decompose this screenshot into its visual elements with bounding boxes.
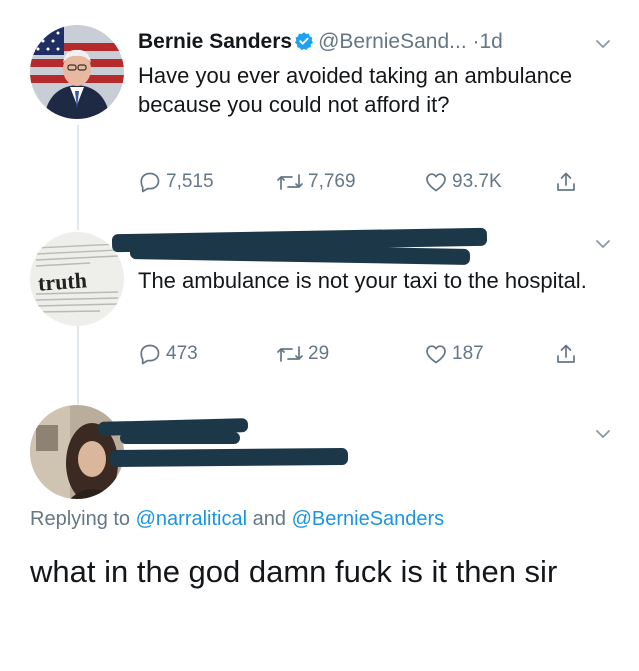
display-name[interactable]: Bernie Sanders [138,30,292,53]
mention-link[interactable]: @BernieSanders [292,508,445,530]
verified-badge-icon [294,31,314,59]
tweet-header: Bernie Sanders @BernieSand... ·1d [138,28,609,59]
redacted-username [120,432,240,444]
retweet-count: 7,769 [308,171,356,192]
share-button[interactable] [554,170,578,194]
like-icon [424,170,448,194]
replying-conjunction: and [252,508,287,530]
retweet-icon [276,342,304,366]
retweet-button[interactable]: 7,769 [276,170,424,194]
reply-icon [138,342,162,366]
share-button[interactable] [554,342,578,366]
retweet-button[interactable]: 29 [276,342,424,366]
share-icon [554,342,578,366]
tweet-reply-truth[interactable]: The ambulance is not your taxi to the ho… [138,266,609,295]
mention-link[interactable]: @narralitical [136,508,247,530]
like-button[interactable]: 187 [424,342,554,366]
tweet-actions: 473 29 187 [138,342,578,366]
svg-text:truth: truth [37,267,88,295]
tweet-bernie[interactable]: Bernie Sanders @BernieSand... ·1d Have yo… [138,28,609,119]
tweet-text: Have you ever avoided taking an ambulanc… [138,63,573,117]
replying-prefix: Replying to [30,508,131,530]
chevron-down-icon[interactable] [595,36,611,52]
like-count: 187 [452,343,484,364]
thread-line [77,125,79,230]
reply-button[interactable]: 473 [138,342,276,366]
retweet-icon [276,170,304,194]
separator-dot: · [472,30,480,53]
reply-count: 473 [166,343,198,364]
replying-to-line: Replying to @narralitical and @BernieSan… [30,508,444,531]
reply-button[interactable]: 7,515 [138,170,276,194]
reply-tweet-text: what in the god damn fuck is it then sir [30,554,558,589]
timestamp[interactable]: 1d [480,30,503,53]
avatar-truth[interactable]: truth [30,232,124,326]
like-icon [424,342,448,366]
like-button[interactable]: 93.7K [424,170,554,194]
redacted-handle [109,447,349,468]
tweet-text: The ambulance is not your taxi to the ho… [138,268,587,293]
chevron-down-icon[interactable] [595,426,611,442]
reply-icon [138,170,162,194]
retweet-count: 29 [308,343,330,364]
avatar-bernie-sanders[interactable] [30,25,124,119]
like-count: 93.7K [452,171,502,192]
reply-count: 7,515 [166,171,214,192]
tweet-actions: 7,515 7,769 93.7K [138,170,578,194]
share-icon [554,170,578,194]
thread-line [77,326,79,404]
handle[interactable]: @BernieSand... [318,30,467,53]
chevron-down-icon[interactable] [595,236,611,252]
